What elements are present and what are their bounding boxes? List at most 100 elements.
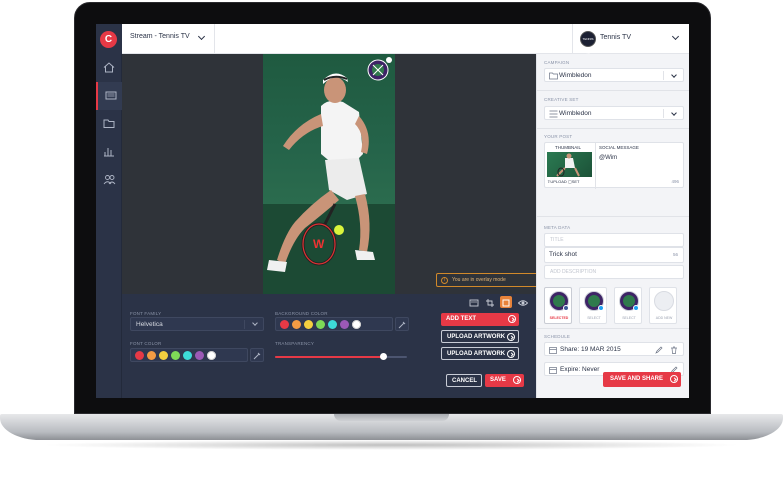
background-color-label: BACKGROUND COLOR [275,311,328,316]
creative-caption: SELECT [587,316,601,320]
font-color-swatch[interactable] [195,351,204,360]
post-editor: THUMBNAIL ⇪UPLOAD ▢SET SOCIAL MESSAGE @W… [544,142,684,189]
image-mode-button[interactable] [468,296,480,308]
trash-icon[interactable] [670,346,678,354]
analytics-icon [104,148,114,157]
nav-media[interactable] [96,82,122,110]
post-thumbnail[interactable] [547,152,592,177]
player-illustration: W [263,57,395,294]
topbar-divider [572,24,573,54]
font-color-swatch[interactable] [135,351,144,360]
nav-home[interactable] [96,54,122,82]
chevron-down-icon[interactable] [671,32,680,41]
select-separator [663,109,664,118]
thumbnail-actions: ⇪UPLOAD ▢SET [547,179,580,184]
preview-mode-button[interactable] [517,296,529,308]
font-color-swatch[interactable] [171,351,180,360]
section-divider [537,128,689,129]
social-message-input[interactable]: @Wim [599,155,617,161]
select-separator [244,320,245,329]
home-icon [103,62,115,73]
overlay-icon [502,299,510,307]
font-color-swatch[interactable] [147,351,156,360]
background-color-swatch[interactable] [304,320,313,329]
font-color-swatch[interactable] [159,351,168,360]
media-icon [105,91,117,100]
creative-card[interactable]: ADD NEW [649,287,677,324]
creative-card[interactable]: SELECT [579,287,607,324]
arrow-circle-icon [670,375,678,383]
meta-title-input[interactable]: TITLE [544,233,684,247]
upload-artwork-label-2: UPLOAD ARTWORK [447,351,506,357]
creative-set-value: Wimbledon [559,110,592,117]
creative-card[interactable]: SELECT [614,287,642,324]
crop-mode-button[interactable] [484,296,496,308]
twitter-icon [598,305,604,311]
app-screen: C Stream - Tennis TV TENNIS TV Tennis TV [96,24,689,398]
transparency-label: TRANSPARENCY [275,341,315,346]
arrow-circle-icon [507,333,515,341]
account-name[interactable]: Tennis TV [600,34,631,41]
account-avatar[interactable]: TENNIS TV [580,31,596,55]
cancel-button[interactable]: CANCEL [446,374,482,387]
chevron-down-icon[interactable] [197,32,206,41]
upload-artwork-button[interactable]: UPLOAD ARTWORK [441,330,519,343]
transparency-slider-handle[interactable] [380,353,388,360]
laptop-mockup: C Stream - Tennis TV TENNIS TV Tennis TV [0,0,783,481]
creative-card[interactable]: SELECTED [544,287,572,324]
font-color-picker[interactable] [250,348,264,362]
eye-icon [517,300,529,306]
mode-toolbar [468,296,536,308]
thumbnail-set-link[interactable]: SET [572,179,580,184]
background-color-picker[interactable] [395,317,409,331]
crop-icon [486,299,494,307]
nav-folder[interactable] [96,110,122,138]
upload-artwork-button-2[interactable]: UPLOAD ARTWORK [441,347,519,360]
thumbnail-upload-link[interactable]: UPLOAD [550,179,566,184]
logo-cell: C [96,24,122,54]
overlay-mode-text: You are in overlay mode [452,277,506,283]
meta-value-input[interactable]: Trick shot 56 [544,247,684,263]
campaign-select[interactable]: Wimbledon [544,68,684,82]
background-color-swatch[interactable] [292,320,301,329]
font-color-swatches [130,348,248,362]
meta-count: 56 [672,252,678,257]
info-icon: i [441,277,448,284]
background-color-swatch[interactable] [328,320,337,329]
meta-data-label: META DATA [544,225,571,230]
folder-icon [549,72,558,80]
add-text-label: ADD TEXT [446,316,476,322]
font-family-select[interactable]: Helvetica [130,317,264,331]
background-color-swatch[interactable] [352,320,361,329]
chevron-down-icon [671,110,677,116]
meta-title-placeholder: TITLE [550,237,564,243]
section-divider [537,328,689,329]
font-color-swatch[interactable] [207,351,216,360]
font-color-swatch[interactable] [183,351,192,360]
thumbnail-label: THUMBNAIL [555,145,582,150]
nav-analytics[interactable] [96,138,122,166]
font-family-label: FONT FAMILY [130,311,162,316]
add-creative-icon [654,291,674,311]
meta-value: Trick shot [549,251,577,258]
stream-selector[interactable]: Stream - Tennis TV [130,33,190,40]
edit-icon[interactable] [655,346,663,354]
background-color-swatch[interactable] [316,320,325,329]
save-label: SAVE [490,377,506,383]
meta-description-input[interactable]: ADD DESCRIPTION [544,265,684,279]
app-logo[interactable]: C [100,31,117,48]
add-text-button[interactable]: ADD TEXT [441,313,519,326]
svg-text:W: W [313,237,325,251]
save-button[interactable]: SAVE [485,374,524,387]
creative-set-select[interactable]: Wimbledon [544,106,684,120]
nav-users[interactable] [96,166,122,194]
background-color-swatch[interactable] [340,320,349,329]
expire-value: Expire: Never [560,366,600,373]
tennis-player-photo[interactable]: W [263,54,395,294]
background-color-swatch[interactable] [280,320,289,329]
meta-description-placeholder: ADD DESCRIPTION [550,269,597,275]
your-post-label: YOUR POST [544,134,573,139]
save-and-share-button[interactable]: SAVE AND SHARE [603,372,681,387]
share-date-field[interactable]: Share: 19 MAR 2015 [544,342,684,356]
overlay-mode-button[interactable] [500,296,512,308]
